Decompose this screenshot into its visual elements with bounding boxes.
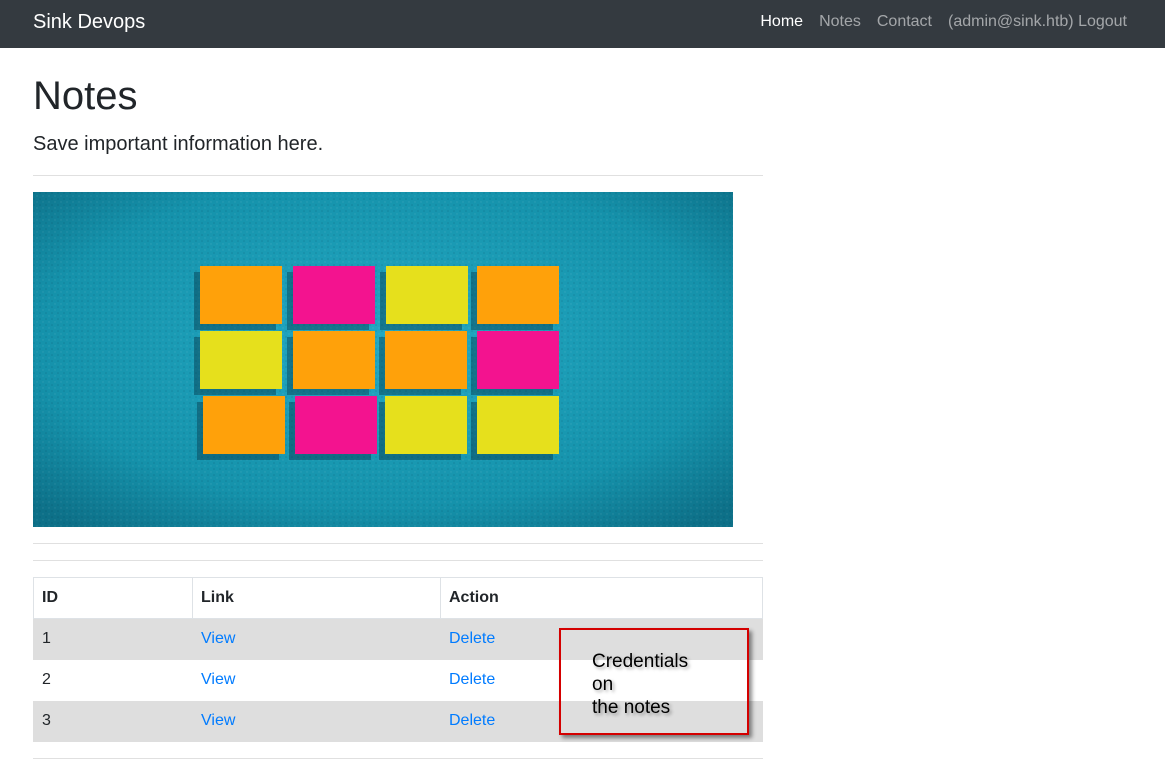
row-link-cell: View	[192, 618, 441, 660]
row-link-cell: View	[192, 700, 441, 742]
row-id: 1	[33, 618, 193, 660]
annotation-text: Credentials on the notes	[592, 651, 689, 718]
row-link-cell: View	[192, 659, 441, 701]
brand-link[interactable]: Sink Devops	[33, 10, 145, 34]
delete-link[interactable]: Delete	[449, 671, 495, 688]
nav-links: Home Notes Contact (admin@sink.htb) Logo…	[752, 12, 1135, 32]
sticky-note	[295, 396, 377, 454]
sticky-note	[385, 396, 467, 454]
header-id: ID	[33, 577, 193, 619]
sticky-note	[200, 331, 282, 389]
sticky-note	[477, 266, 559, 324]
nav-logout-link[interactable]: (admin@sink.htb) Logout	[940, 12, 1135, 32]
sticky-note	[293, 266, 375, 324]
delete-link[interactable]: Delete	[449, 712, 495, 729]
header-link: Link	[192, 577, 441, 619]
navbar: Sink Devops Home Notes Contact (admin@si…	[0, 0, 1165, 48]
sticky-note	[203, 396, 285, 454]
page-title: Notes	[33, 74, 138, 118]
view-link[interactable]: View	[201, 630, 235, 647]
sticky-notes-image	[33, 192, 733, 527]
table-header-row: ID Link Action	[33, 577, 763, 619]
header-action: Action	[440, 577, 763, 619]
nav-notes-link[interactable]: Notes	[811, 12, 869, 32]
divider	[33, 543, 763, 544]
view-link[interactable]: View	[201, 712, 235, 729]
nav-contact-link[interactable]: Contact	[869, 12, 940, 32]
delete-link[interactable]: Delete	[449, 630, 495, 647]
divider	[33, 560, 763, 561]
row-id: 2	[33, 659, 193, 701]
sticky-note	[385, 331, 467, 389]
sticky-note	[477, 331, 559, 389]
nav-home-link[interactable]: Home	[752, 12, 811, 32]
page-subtitle: Save important information here.	[33, 133, 324, 155]
divider	[33, 758, 763, 759]
sticky-note	[293, 331, 375, 389]
annotation-box: Credentials on the notes	[559, 628, 749, 735]
view-link[interactable]: View	[201, 671, 235, 688]
row-id: 3	[33, 700, 193, 742]
sticky-note	[386, 266, 468, 324]
sticky-note	[477, 396, 559, 454]
sticky-note	[200, 266, 282, 324]
divider	[33, 175, 763, 176]
